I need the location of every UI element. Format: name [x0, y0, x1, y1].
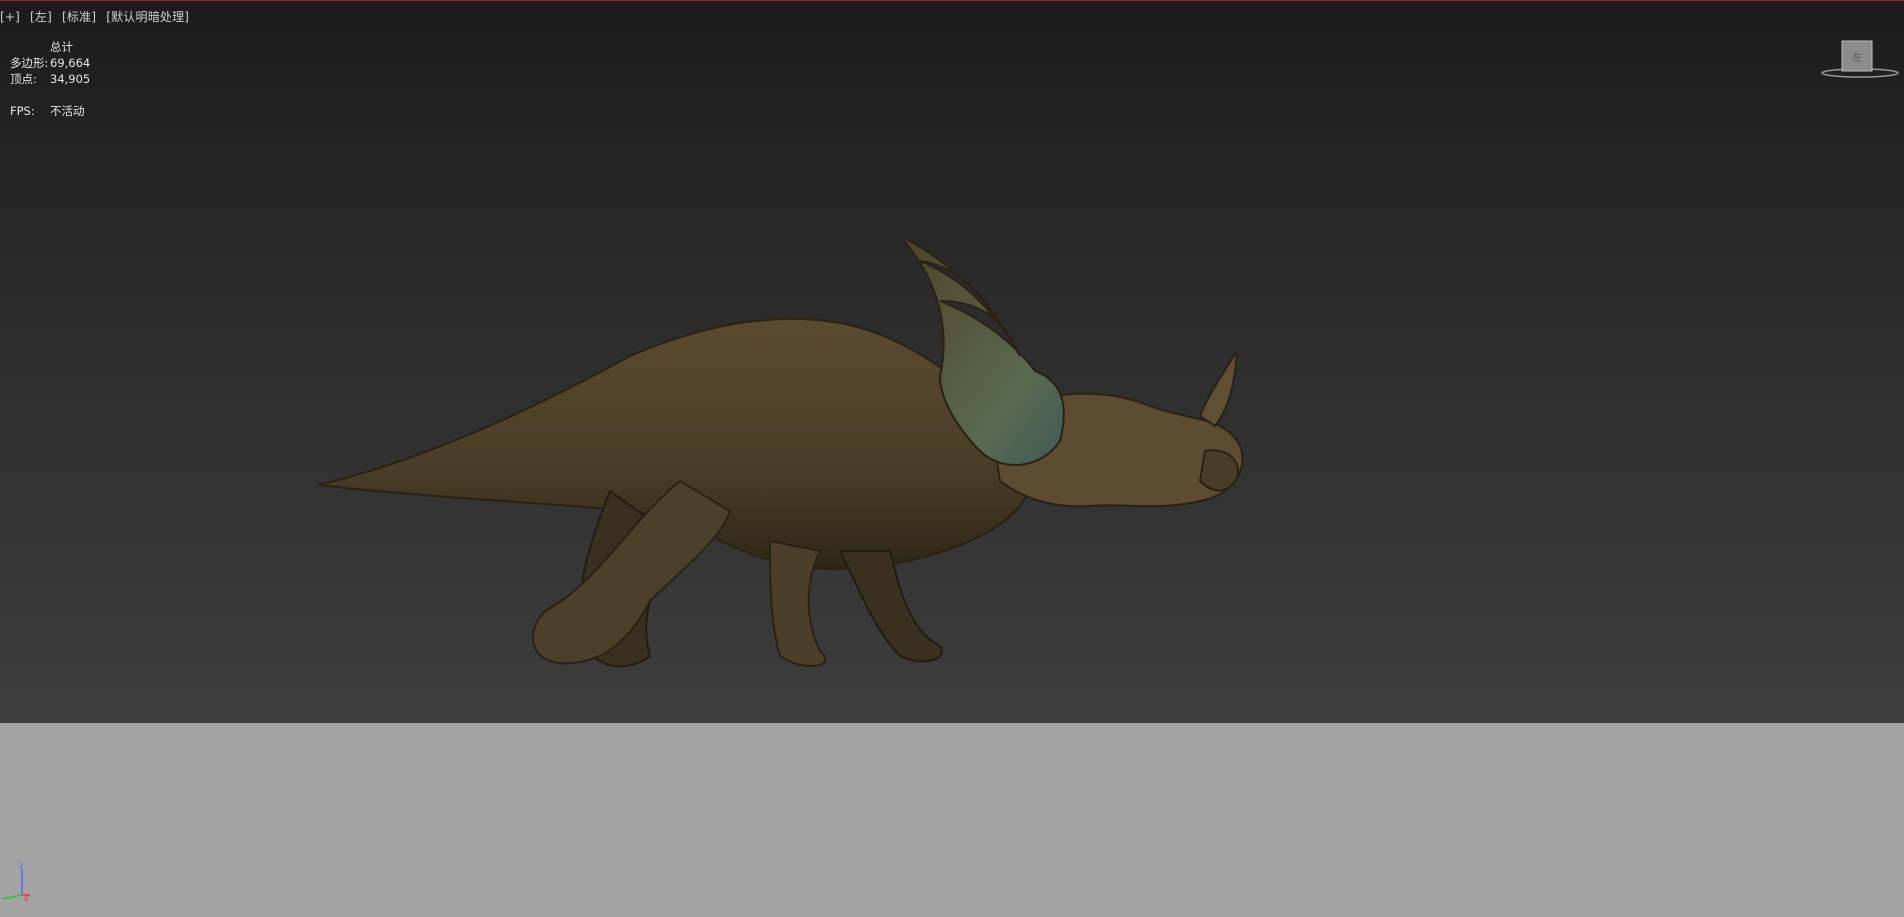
viewcube[interactable]: 左 [1820, 37, 1900, 81]
z-axis-label: z [19, 861, 23, 870]
viewport-menu-plus[interactable]: [+] [0, 10, 20, 24]
polygons-value: 69,664 [50, 56, 91, 70]
x-axis-label: x [24, 894, 29, 901]
axis-tripod: z x [0, 861, 32, 903]
viewport-label-bar: [+] [左] [标准] [默认明暗处理] [0, 8, 195, 25]
vertices-value: 34,905 [50, 72, 91, 86]
viewcube-face-label: 左 [1852, 51, 1862, 64]
fps-label: FPS: [10, 104, 35, 118]
vertices-label: 顶点: [10, 72, 37, 86]
viewport-shading-menu[interactable]: [默认明暗处理] [106, 10, 189, 24]
viewport-left[interactable]: [+] [左] [标准] [默认明暗处理] 总计 多边形: 69,664 顶点:… [0, 0, 1904, 917]
polygons-label: 多边形: [10, 56, 49, 70]
fps-value: 不活动 [50, 104, 85, 118]
dinosaur-model[interactable] [300, 241, 1400, 731]
ground-plane [0, 723, 1904, 917]
stats-fps-row: FPS: 不活动 [10, 103, 90, 119]
stats-polygons-row: 多边形: 69,664 [10, 55, 90, 71]
viewport-view-name[interactable]: [左] [30, 10, 52, 24]
viewport-standard-menu[interactable]: [标准] [62, 10, 96, 24]
viewcube-icon: 左 [1821, 40, 1899, 78]
stats-vertices-row: 顶点: 34,905 [10, 71, 90, 87]
stats-header: 总计 [50, 40, 73, 54]
stats-spacer [10, 87, 90, 103]
y-axis-line [1, 894, 23, 900]
statistics-overlay: 总计 多边形: 69,664 顶点: 34,905 FPS: 不活动 [10, 39, 90, 119]
